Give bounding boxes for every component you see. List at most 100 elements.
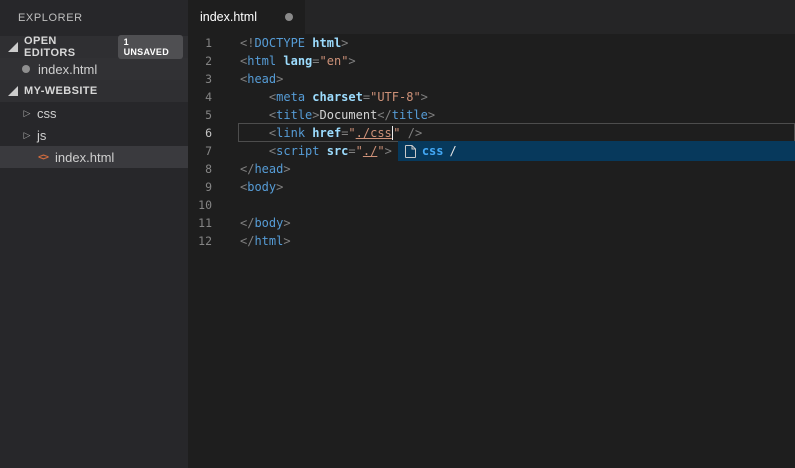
token: charset xyxy=(312,90,363,104)
code-line-7[interactable]: 7 <script src="./"> css / xyxy=(188,142,795,160)
folder-item-css[interactable]: ▷ css xyxy=(0,102,188,124)
token: link xyxy=(276,126,305,140)
token: > xyxy=(283,216,290,230)
code-line-12[interactable]: 12</html> xyxy=(188,232,795,250)
token: body xyxy=(247,180,276,194)
token: ./css xyxy=(356,126,392,140)
token: title xyxy=(276,108,312,122)
line-number: 1 xyxy=(188,34,212,52)
line-number: 5 xyxy=(188,106,212,124)
code-text: </body> xyxy=(212,214,291,232)
code-text: </html> xyxy=(212,232,291,250)
chevron-collapsed-icon: ▷ xyxy=(22,130,32,141)
code-text: <html lang="en"> xyxy=(212,52,356,70)
token: head xyxy=(254,162,283,176)
token: > xyxy=(283,234,290,248)
token: head xyxy=(247,72,276,86)
line-number: 7 xyxy=(188,142,212,160)
code-line-11[interactable]: 11</body> xyxy=(188,214,795,232)
token: " xyxy=(348,126,355,140)
line-number: 3 xyxy=(188,70,212,88)
token: Document xyxy=(320,108,378,122)
token xyxy=(240,90,269,104)
token: > xyxy=(312,108,319,122)
code-line-6[interactable]: 6 <link href="./css" /> xyxy=(188,124,795,142)
token: " xyxy=(377,144,384,158)
token: = xyxy=(363,90,370,104)
suggest-widget[interactable]: css / xyxy=(398,141,795,161)
code-line-5[interactable]: 5 <title>Document</title> xyxy=(188,106,795,124)
token: body xyxy=(254,216,283,230)
file-label: index.html xyxy=(55,150,114,165)
file-item-index-html[interactable]: <> index.html xyxy=(0,146,188,168)
suggestion-match-text: css xyxy=(422,142,444,160)
token: </ xyxy=(377,108,391,122)
tab-bar: index.html xyxy=(188,0,795,34)
token: > xyxy=(276,180,283,194)
open-editors-label: OPEN EDITORS xyxy=(24,35,112,59)
line-number: 6 xyxy=(188,124,212,142)
file-icon xyxy=(405,145,416,158)
editor-group: index.html 1<!DOCTYPE html>2<html lang="… xyxy=(188,0,795,468)
vscode-window: EXPLORER OPEN EDITORS 1 UNSAVED index.ht… xyxy=(0,0,795,468)
code-text xyxy=(212,196,240,214)
open-editor-item-label: index.html xyxy=(38,62,97,77)
token: html xyxy=(254,234,283,248)
line-number: 11 xyxy=(188,214,212,232)
token xyxy=(401,126,408,140)
token: </ xyxy=(240,216,254,230)
code-text: <head> xyxy=(212,70,283,88)
code-text: </head> xyxy=(212,160,291,178)
code-text: <script src="./"> xyxy=(212,142,392,160)
line-number: 4 xyxy=(188,88,212,106)
token: </ xyxy=(240,234,254,248)
token: <! xyxy=(240,36,254,50)
token: /> xyxy=(408,126,422,140)
code-text: <link href="./css" /> xyxy=(212,124,422,142)
explorer-title: EXPLORER xyxy=(0,0,188,36)
line-number: 10 xyxy=(188,196,212,214)
modified-dot-icon xyxy=(285,13,293,21)
token: title xyxy=(392,108,428,122)
code-line-10[interactable]: 10 xyxy=(188,196,795,214)
token: " xyxy=(356,144,363,158)
token xyxy=(240,144,269,158)
line-number: 12 xyxy=(188,232,212,250)
token: " xyxy=(393,126,400,140)
suggestion-rest-text: / xyxy=(450,142,457,160)
token: > xyxy=(276,72,283,86)
code-line-8[interactable]: 8</head> xyxy=(188,160,795,178)
token xyxy=(320,144,327,158)
token: = xyxy=(312,54,319,68)
code-line-1[interactable]: 1<!DOCTYPE html> xyxy=(188,34,795,52)
modified-dot-icon xyxy=(22,65,30,73)
code-line-9[interactable]: 9<body> xyxy=(188,178,795,196)
token: = xyxy=(348,144,355,158)
code-line-2[interactable]: 2<html lang="en"> xyxy=(188,52,795,70)
code-text: <body> xyxy=(212,178,283,196)
line-number: 8 xyxy=(188,160,212,178)
chevron-expanded-icon xyxy=(8,86,18,96)
token: > xyxy=(385,144,392,158)
workspace-header[interactable]: MY-WEBSITE xyxy=(0,80,188,102)
code-text: <title>Document</title> xyxy=(212,106,435,124)
token: ./ xyxy=(363,144,377,158)
token: > xyxy=(421,90,428,104)
unsaved-count-badge: 1 UNSAVED xyxy=(118,35,183,59)
token: meta xyxy=(276,90,305,104)
open-editors-header[interactable]: OPEN EDITORS 1 UNSAVED xyxy=(0,36,188,58)
token: src xyxy=(327,144,349,158)
token xyxy=(240,108,269,122)
open-editor-item-index-html[interactable]: index.html xyxy=(0,58,188,80)
token: </ xyxy=(240,162,254,176)
folder-item-js[interactable]: ▷ js xyxy=(0,124,188,146)
folder-label: css xyxy=(37,106,57,121)
tab-index-html[interactable]: index.html xyxy=(188,0,305,34)
code-line-3[interactable]: 3<head> xyxy=(188,70,795,88)
tab-label: index.html xyxy=(200,10,257,24)
code-line-4[interactable]: 4 <meta charset="UTF-8"> xyxy=(188,88,795,106)
token: "UTF-8" xyxy=(370,90,421,104)
chevron-collapsed-icon: ▷ xyxy=(22,108,32,119)
code-editor[interactable]: 1<!DOCTYPE html>2<html lang="en">3<head>… xyxy=(188,34,795,468)
token: html xyxy=(312,36,341,50)
